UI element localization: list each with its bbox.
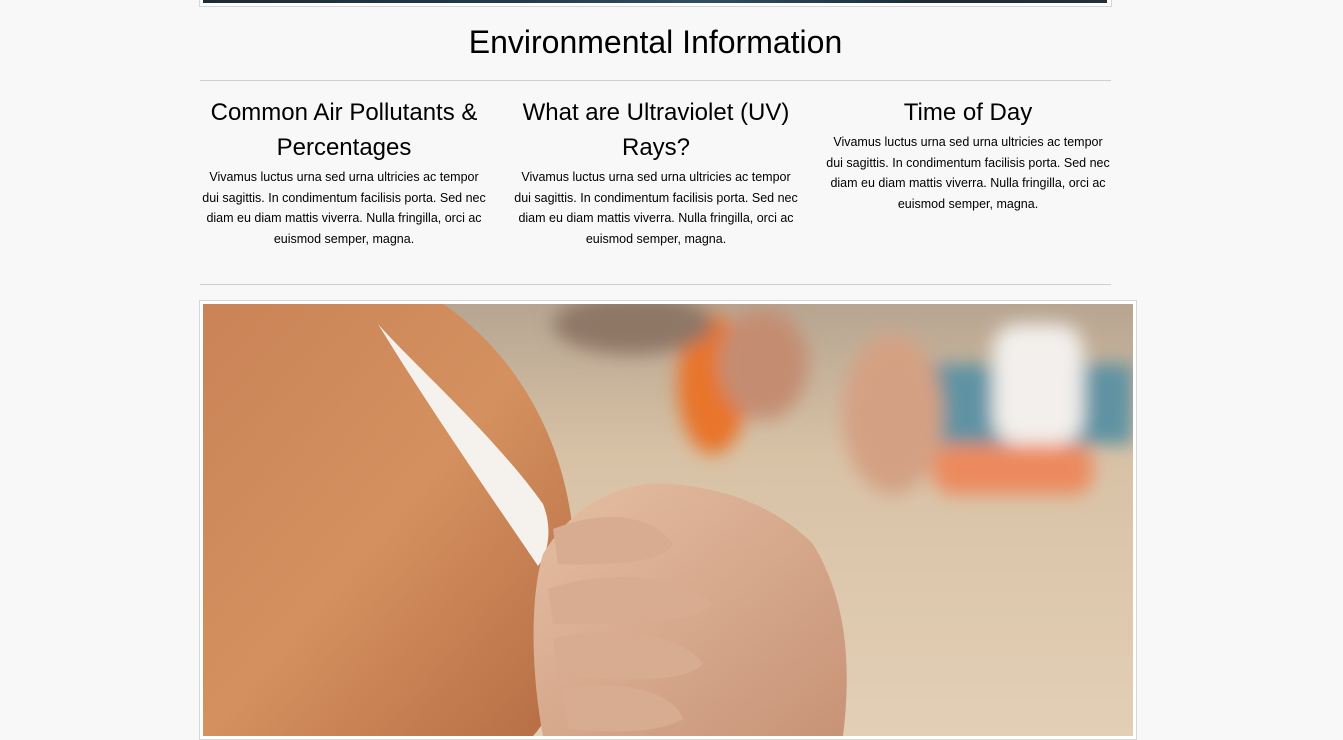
- column-body: Vivamus luctus urna sed urna ultricies a…: [826, 135, 1110, 212]
- sunscreen-photo-image: [203, 304, 1133, 736]
- banner-image-strip: [203, 0, 1107, 3]
- column-heading: Time of Day: [903, 99, 1033, 126]
- column-body: Vivamus luctus urna sed urna ultricies a…: [514, 170, 798, 247]
- info-column-time-of-day: Time of Day Vivamus luctus urna sed urna…: [823, 95, 1113, 215]
- column-body: Vivamus luctus urna sed urna ultricies a…: [202, 170, 486, 247]
- divider-top: [200, 80, 1111, 81]
- divider-bottom: [200, 284, 1111, 285]
- page-title: Environmental Information: [468, 24, 843, 60]
- column-heading: Common Air Pollutants & Percentages: [210, 99, 478, 161]
- column-heading: What are Ultraviolet (UV) Rays?: [522, 99, 790, 161]
- top-banner-image: [199, 0, 1112, 7]
- info-column-air-pollutants: Common Air Pollutants & Percentages Viva…: [199, 95, 489, 250]
- sunscreen-photo: [199, 300, 1137, 740]
- info-column-uv-rays: What are Ultraviolet (UV) Rays? Vivamus …: [511, 95, 801, 250]
